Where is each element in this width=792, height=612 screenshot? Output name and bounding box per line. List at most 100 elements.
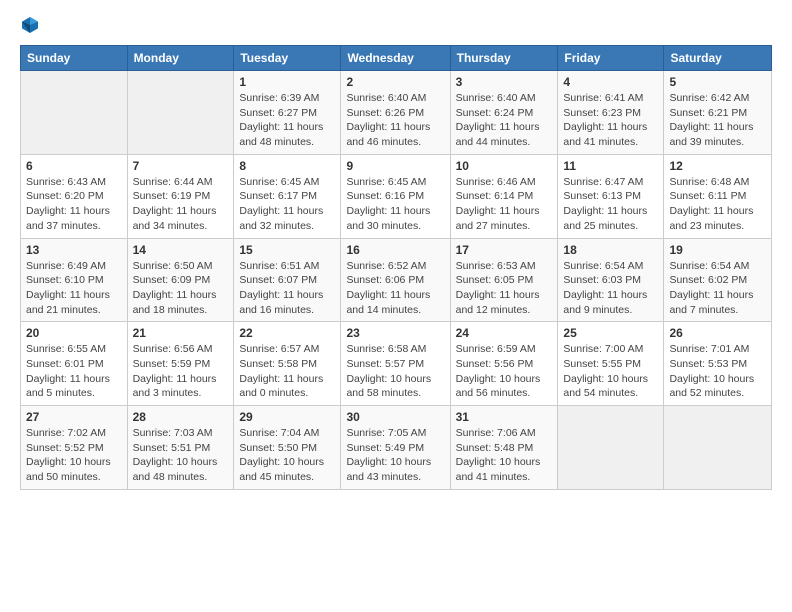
calendar-week-2: 6 Sunrise: 6:43 AMSunset: 6:20 PMDaylight… [21,154,772,238]
calendar-week-3: 13 Sunrise: 6:49 AMSunset: 6:10 PMDayligh… [21,238,772,322]
day-info: Sunrise: 6:56 AMSunset: 5:59 PMDaylight:… [133,342,229,401]
day-number: 23 [346,326,444,340]
day-number: 25 [563,326,658,340]
weekday-header-row: SundayMondayTuesdayWednesdayThursdayFrid… [21,46,772,71]
day-info: Sunrise: 6:58 AMSunset: 5:57 PMDaylight:… [346,342,444,401]
calendar-cell: 22 Sunrise: 6:57 AMSunset: 5:58 PMDayligh… [234,322,341,406]
day-info: Sunrise: 6:47 AMSunset: 6:13 PMDaylight:… [563,175,658,234]
day-number: 3 [456,75,553,89]
calendar-cell: 13 Sunrise: 6:49 AMSunset: 6:10 PMDayligh… [21,238,128,322]
calendar-cell: 25 Sunrise: 7:00 AMSunset: 5:55 PMDayligh… [558,322,664,406]
day-number: 21 [133,326,229,340]
logo-icon [20,15,40,35]
day-info: Sunrise: 6:54 AMSunset: 6:02 PMDaylight:… [669,259,766,318]
day-number: 2 [346,75,444,89]
calendar-cell: 8 Sunrise: 6:45 AMSunset: 6:17 PMDaylight… [234,154,341,238]
weekday-header-thursday: Thursday [450,46,558,71]
calendar-cell [127,71,234,155]
day-number: 22 [239,326,335,340]
calendar-cell: 17 Sunrise: 6:53 AMSunset: 6:05 PMDayligh… [450,238,558,322]
day-info: Sunrise: 6:39 AMSunset: 6:27 PMDaylight:… [239,91,335,150]
day-info: Sunrise: 6:44 AMSunset: 6:19 PMDaylight:… [133,175,229,234]
weekday-header-saturday: Saturday [664,46,772,71]
day-info: Sunrise: 6:59 AMSunset: 5:56 PMDaylight:… [456,342,553,401]
weekday-header-wednesday: Wednesday [341,46,450,71]
day-info: Sunrise: 7:00 AMSunset: 5:55 PMDaylight:… [563,342,658,401]
day-number: 13 [26,243,122,257]
calendar-cell: 21 Sunrise: 6:56 AMSunset: 5:59 PMDayligh… [127,322,234,406]
day-info: Sunrise: 7:03 AMSunset: 5:51 PMDaylight:… [133,426,229,485]
calendar-cell: 3 Sunrise: 6:40 AMSunset: 6:24 PMDaylight… [450,71,558,155]
day-number: 18 [563,243,658,257]
calendar-cell: 18 Sunrise: 6:54 AMSunset: 6:03 PMDayligh… [558,238,664,322]
calendar-cell: 6 Sunrise: 6:43 AMSunset: 6:20 PMDaylight… [21,154,128,238]
day-info: Sunrise: 6:43 AMSunset: 6:20 PMDaylight:… [26,175,122,234]
weekday-header-friday: Friday [558,46,664,71]
day-info: Sunrise: 7:06 AMSunset: 5:48 PMDaylight:… [456,426,553,485]
day-info: Sunrise: 7:05 AMSunset: 5:49 PMDaylight:… [346,426,444,485]
day-info: Sunrise: 6:41 AMSunset: 6:23 PMDaylight:… [563,91,658,150]
calendar-cell [558,406,664,490]
calendar-cell: 15 Sunrise: 6:51 AMSunset: 6:07 PMDayligh… [234,238,341,322]
calendar-cell: 9 Sunrise: 6:45 AMSunset: 6:16 PMDaylight… [341,154,450,238]
day-number: 30 [346,410,444,424]
calendar-table: SundayMondayTuesdayWednesdayThursdayFrid… [20,45,772,490]
day-number: 20 [26,326,122,340]
calendar-cell: 11 Sunrise: 6:47 AMSunset: 6:13 PMDayligh… [558,154,664,238]
day-info: Sunrise: 6:51 AMSunset: 6:07 PMDaylight:… [239,259,335,318]
day-number: 9 [346,159,444,173]
day-info: Sunrise: 6:54 AMSunset: 6:03 PMDaylight:… [563,259,658,318]
day-number: 12 [669,159,766,173]
day-number: 24 [456,326,553,340]
calendar-cell: 7Sunrise: 6:44 AMSunset: 6:19 PMDaylight… [127,154,234,238]
day-number: 16 [346,243,444,257]
calendar-cell: 20 Sunrise: 6:55 AMSunset: 6:01 PMDayligh… [21,322,128,406]
day-number: 1 [239,75,335,89]
day-number: 5 [669,75,766,89]
weekday-header-sunday: Sunday [21,46,128,71]
day-number: 17 [456,243,553,257]
calendar-cell: 16 Sunrise: 6:52 AMSunset: 6:06 PMDayligh… [341,238,450,322]
logo [20,15,44,35]
day-number: 6 [26,159,122,173]
day-number: 10 [456,159,553,173]
calendar-cell: 30 Sunrise: 7:05 AMSunset: 5:49 PMDayligh… [341,406,450,490]
day-info: Sunrise: 6:52 AMSunset: 6:06 PMDaylight:… [346,259,444,318]
calendar-cell: 29 Sunrise: 7:04 AMSunset: 5:50 PMDayligh… [234,406,341,490]
calendar-week-1: 1 Sunrise: 6:39 AMSunset: 6:27 PMDaylight… [21,71,772,155]
day-number: 8 [239,159,335,173]
day-info: Sunrise: 6:57 AMSunset: 5:58 PMDaylight:… [239,342,335,401]
day-number: 14 [133,243,229,257]
calendar-cell: 4 Sunrise: 6:41 AMSunset: 6:23 PMDaylight… [558,71,664,155]
day-info: Sunrise: 6:55 AMSunset: 6:01 PMDaylight:… [26,342,122,401]
page: SundayMondayTuesdayWednesdayThursdayFrid… [0,0,792,612]
day-number: 4 [563,75,658,89]
day-info: Sunrise: 6:49 AMSunset: 6:10 PMDaylight:… [26,259,122,318]
calendar-cell: 1 Sunrise: 6:39 AMSunset: 6:27 PMDaylight… [234,71,341,155]
day-number: 19 [669,243,766,257]
day-info: Sunrise: 6:45 AMSunset: 6:17 PMDaylight:… [239,175,335,234]
day-number: 15 [239,243,335,257]
calendar-cell: 28 Sunrise: 7:03 AMSunset: 5:51 PMDayligh… [127,406,234,490]
calendar-cell: 19 Sunrise: 6:54 AMSunset: 6:02 PMDayligh… [664,238,772,322]
day-number: 27 [26,410,122,424]
calendar-cell: 31Sunrise: 7:06 AMSunset: 5:48 PMDayligh… [450,406,558,490]
day-info: Sunrise: 6:45 AMSunset: 6:16 PMDaylight:… [346,175,444,234]
day-number: 11 [563,159,658,173]
day-info: Sunrise: 6:53 AMSunset: 6:05 PMDaylight:… [456,259,553,318]
calendar-week-4: 20 Sunrise: 6:55 AMSunset: 6:01 PMDayligh… [21,322,772,406]
calendar-cell [21,71,128,155]
day-info: Sunrise: 6:40 AMSunset: 6:26 PMDaylight:… [346,91,444,150]
day-info: Sunrise: 7:01 AMSunset: 5:53 PMDaylight:… [669,342,766,401]
header [20,15,772,35]
day-number: 29 [239,410,335,424]
calendar-week-5: 27Sunrise: 7:02 AMSunset: 5:52 PMDayligh… [21,406,772,490]
calendar-cell: 24 Sunrise: 6:59 AMSunset: 5:56 PMDayligh… [450,322,558,406]
day-number: 28 [133,410,229,424]
day-info: Sunrise: 6:46 AMSunset: 6:14 PMDaylight:… [456,175,553,234]
day-info: Sunrise: 7:04 AMSunset: 5:50 PMDaylight:… [239,426,335,485]
calendar-cell: 10 Sunrise: 6:46 AMSunset: 6:14 PMDayligh… [450,154,558,238]
calendar-cell: 5Sunrise: 6:42 AMSunset: 6:21 PMDaylight… [664,71,772,155]
calendar-cell: 2 Sunrise: 6:40 AMSunset: 6:26 PMDaylight… [341,71,450,155]
day-info: Sunrise: 6:40 AMSunset: 6:24 PMDaylight:… [456,91,553,150]
